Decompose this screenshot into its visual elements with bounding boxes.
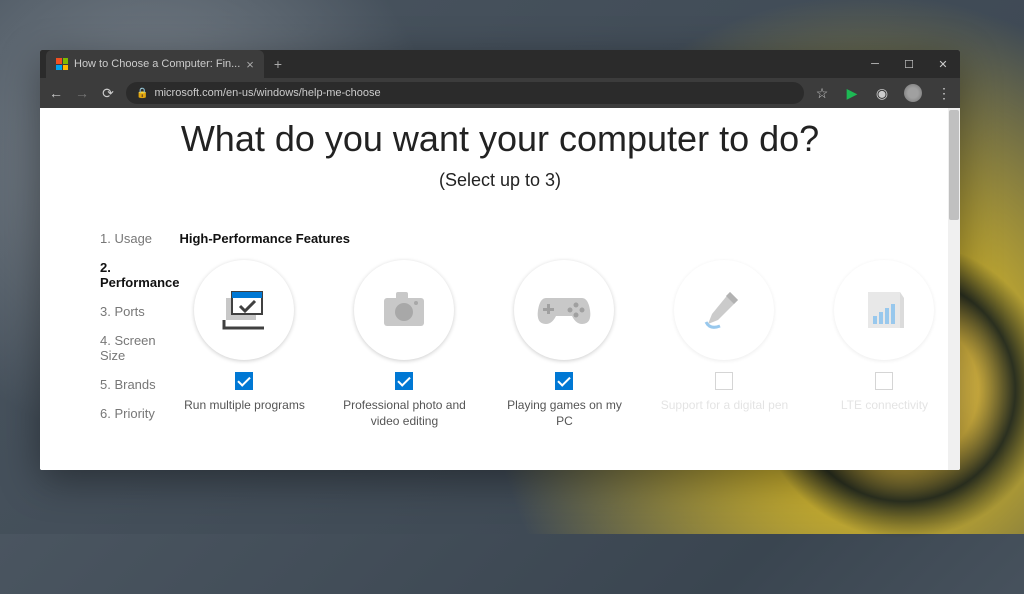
feature-label: Support for a digital pen xyxy=(659,398,789,414)
sidebar-step-5[interactable]: 5. Brands xyxy=(100,377,179,392)
gamepad-icon xyxy=(514,260,614,360)
feature-checkbox[interactable] xyxy=(555,372,573,390)
feature-label: Run multiple programs xyxy=(179,398,309,414)
scrollbar-thumb[interactable] xyxy=(949,110,959,220)
feature-checkbox xyxy=(875,372,893,390)
profile-avatar[interactable] xyxy=(904,84,922,102)
close-button[interactable]: ✕ xyxy=(926,50,960,78)
address-bar-row: ← → ⟳ 🔒 microsoft.com/en-us/windows/help… xyxy=(40,78,960,108)
feature-option-camera[interactable]: Professional photo and video editing xyxy=(339,260,469,429)
page-subheading: (Select up to 3) xyxy=(40,170,960,191)
minimize-button[interactable]: ─ xyxy=(858,50,892,78)
tab-close-icon[interactable]: × xyxy=(246,57,254,72)
sidebar-step-4[interactable]: 4. Screen Size xyxy=(100,333,179,363)
extension-icon[interactable]: ▶ xyxy=(844,85,860,102)
page-heading: What do you want your computer to do? xyxy=(40,118,960,160)
feature-checkbox[interactable] xyxy=(235,372,253,390)
step-sidebar: 1. Usage 2. Performance 3. Ports 4. Screen … xyxy=(100,231,179,435)
section-title: High-Performance Features xyxy=(179,231,949,246)
pen-icon xyxy=(674,260,774,360)
microsoft-favicon xyxy=(56,58,68,70)
feature-option-multitask[interactable]: Run multiple programs xyxy=(179,260,309,429)
sidebar-step-2[interactable]: 2. Performance xyxy=(100,260,179,290)
feature-label: Professional photo and video editing xyxy=(339,398,469,429)
camera-icon xyxy=(354,260,454,360)
sidebar-step-6[interactable]: 6. Priority xyxy=(100,406,179,421)
tab-title: How to Choose a Computer: Fin... xyxy=(74,58,240,70)
browser-titlebar: How to Choose a Computer: Fin... × + ─ ☐… xyxy=(40,50,960,78)
url-text: microsoft.com/en-us/windows/help-me-choo… xyxy=(154,87,380,99)
scrollbar-track[interactable] xyxy=(948,108,960,470)
reload-button[interactable]: ⟳ xyxy=(100,85,116,102)
sidebar-step-3[interactable]: 3. Ports xyxy=(100,304,179,319)
feature-options: Run multiple programs Professional photo … xyxy=(179,260,949,429)
feature-label: Playing games on my PC xyxy=(499,398,629,429)
multitask-icon xyxy=(194,260,294,360)
main-panel: High-Performance Features Run multiple p… xyxy=(179,231,949,435)
lock-icon: 🔒 xyxy=(136,88,148,99)
extension-circle-icon[interactable]: ◉ xyxy=(874,85,890,102)
browser-tab[interactable]: How to Choose a Computer: Fin... × xyxy=(46,50,264,78)
browser-window: How to Choose a Computer: Fin... × + ─ ☐… xyxy=(40,50,960,470)
maximize-button[interactable]: ☐ xyxy=(892,50,926,78)
feature-option-signal: LTE connectivity xyxy=(819,260,949,429)
window-controls: ─ ☐ ✕ xyxy=(858,50,960,78)
sidebar-step-1[interactable]: 1. Usage xyxy=(100,231,179,246)
feature-checkbox[interactable] xyxy=(395,372,413,390)
address-bar[interactable]: 🔒 microsoft.com/en-us/windows/help-me-ch… xyxy=(126,82,804,104)
feature-option-gamepad[interactable]: Playing games on my PC xyxy=(499,260,629,429)
forward-button[interactable]: → xyxy=(74,85,90,101)
feature-label: LTE connectivity xyxy=(819,398,949,414)
page-content: What do you want your computer to do? (S… xyxy=(40,108,960,470)
signal-icon xyxy=(834,260,934,360)
feature-option-pen: Support for a digital pen xyxy=(659,260,789,429)
back-button[interactable]: ← xyxy=(48,85,64,101)
feature-checkbox xyxy=(715,372,733,390)
menu-icon[interactable]: ⋮ xyxy=(936,85,952,102)
bookmark-icon[interactable]: ☆ xyxy=(814,85,830,102)
new-tab-button[interactable]: + xyxy=(264,56,292,72)
